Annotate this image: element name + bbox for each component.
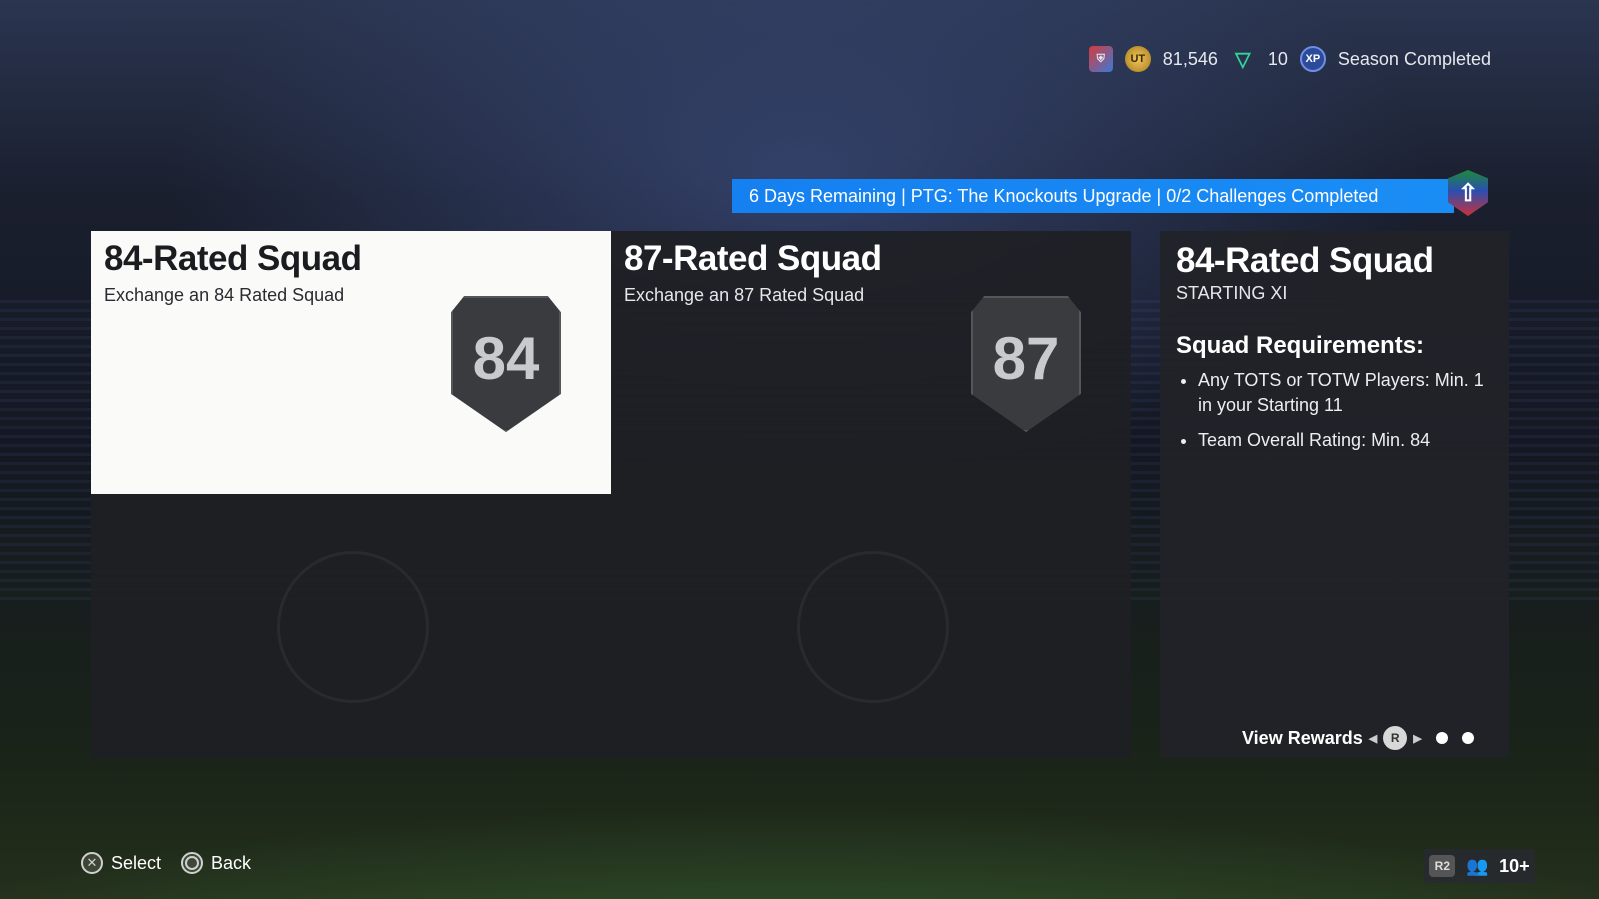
requirements-heading: Squad Requirements:: [1176, 332, 1425, 359]
rating-shield-icon: 87: [971, 296, 1081, 432]
currency-bar: ⛨ UT 81,546 ▽ 10 XP Season Completed: [1088, 46, 1491, 72]
fc-points-icon: ▽: [1235, 48, 1251, 71]
upgrade-banner: 6 Days Remaining | PTG: The Knockouts Up…: [732, 179, 1454, 213]
requirements-list: Any TOTS or TOTW Players: Min. 1 in your…: [1176, 368, 1493, 453]
squad-details-panel: 84-Rated Squad STARTING XI Squad Require…: [1160, 231, 1509, 758]
view-rewards-control[interactable]: View Rewards ◀ R ▶: [1242, 726, 1474, 750]
friends-online[interactable]: R2 👥 10+: [1424, 849, 1535, 883]
circle-button-icon: [181, 852, 204, 874]
empty-slot-watermark-icon: [277, 551, 429, 703]
r-stick-icon: R: [1383, 726, 1408, 750]
chevron-left-icon: ◀: [1368, 732, 1378, 745]
club-badge-icon: ⛨: [1088, 46, 1113, 72]
points-value: 10: [1267, 48, 1288, 69]
page-dot[interactable]: [1435, 732, 1448, 744]
banner-text: 6 Days Remaining | PTG: The Knockouts Up…: [749, 185, 1379, 206]
card-title: 84-Rated Squad: [104, 239, 362, 278]
xp-icon: XP: [1299, 46, 1326, 72]
upgrade-arrow-icon: ⇧: [1448, 170, 1488, 216]
coins-icon: UT: [1124, 46, 1151, 72]
challenge-card-87[interactable]: 87-Rated Squad Exchange an 87 Rated Squa…: [611, 231, 1131, 494]
back-label: Back: [211, 852, 252, 873]
challenge-card-84[interactable]: 84-Rated Squad Exchange an 84 Rated Squa…: [91, 231, 611, 494]
back-hint[interactable]: Back: [181, 852, 251, 874]
friends-count: 10+: [1499, 855, 1530, 876]
requirement-item: Team Overall Rating: Min. 84: [1198, 428, 1493, 453]
coins-value: 81,546: [1162, 48, 1218, 69]
details-title: 84-Rated Squad: [1176, 241, 1434, 280]
r2-button-icon: R2: [1429, 855, 1456, 877]
requirement-item: Any TOTS or TOTW Players: Min. 1 in your…: [1198, 368, 1493, 418]
select-hint[interactable]: ✕ Select: [81, 852, 161, 874]
card-title: 87-Rated Squad: [624, 239, 882, 278]
page-dot[interactable]: [1461, 732, 1474, 744]
select-label: Select: [111, 852, 162, 873]
season-status: Season Completed: [1337, 48, 1491, 69]
cross-button-icon: ✕: [81, 852, 103, 874]
chevron-right-icon: ▶: [1413, 732, 1422, 745]
challenge-list: 84-Rated Squad Exchange an 84 Rated Squa…: [91, 231, 1131, 758]
rating-shield-icon: 84: [451, 296, 561, 432]
view-rewards-label: View Rewards: [1242, 727, 1363, 748]
controller-hints: ✕ Select Back: [81, 852, 251, 874]
empty-slot-watermark-icon: [797, 551, 949, 703]
details-subtitle: STARTING XI: [1176, 283, 1288, 303]
friends-icon: 👥: [1466, 855, 1489, 876]
